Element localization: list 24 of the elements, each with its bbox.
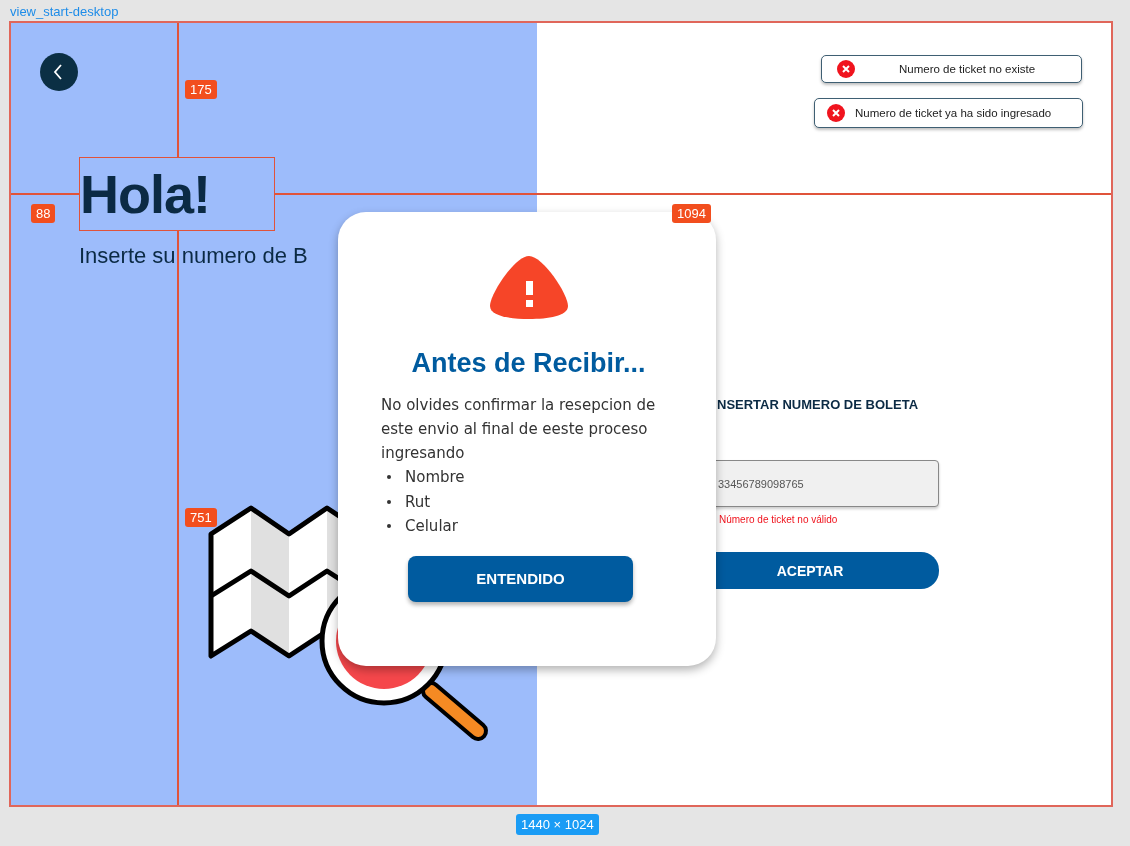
subtitle: Inserte su numero de B <box>79 243 308 269</box>
warning-icon <box>487 254 570 320</box>
measurement-badge: 175 <box>185 80 217 99</box>
measurement-badge: 1094 <box>672 204 711 223</box>
toast-message: Numero de ticket no existe <box>899 63 1036 75</box>
list-item: Celular <box>405 516 458 537</box>
form-heading: NSERTAR NUMERO DE BOLETA <box>717 397 919 412</box>
error-message: Número de ticket no válido <box>719 514 838 525</box>
size-badge: 1440 × 1024 <box>516 814 599 835</box>
bullet-icon <box>387 475 391 480</box>
measurement-badge: 88 <box>31 204 56 223</box>
modal-text: No olvides confirmar la resepcion de este envio al final de eeste proceso ingresando <box>381 395 657 464</box>
frame-label: view_start-desktop <box>10 4 119 19</box>
understood-button[interactable]: ENTENDIDO <box>408 555 633 602</box>
bullet-icon <box>387 499 391 504</box>
greeting-title: Hola! <box>80 163 210 225</box>
modal-title: Antes de Recibir... <box>411 348 646 379</box>
toast-message: Numero de ticket ya ha sido ingresado <box>855 107 1052 119</box>
bullet-icon <box>387 524 391 529</box>
error-icon <box>837 60 855 78</box>
list-item: Nombre <box>405 467 465 488</box>
measurement-badge: 751 <box>185 508 217 527</box>
error-icon <box>827 104 845 122</box>
list-item: Rut <box>405 491 431 513</box>
